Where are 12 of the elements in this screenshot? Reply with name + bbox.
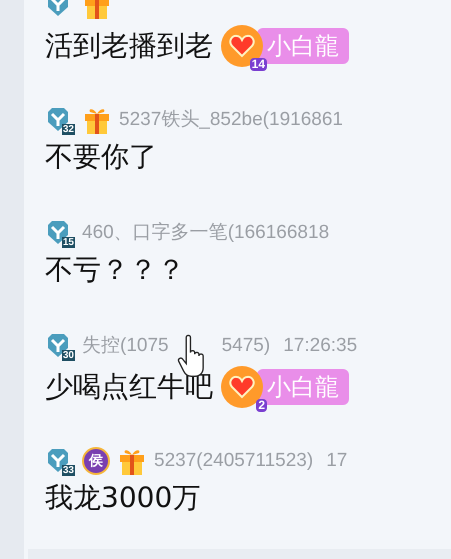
message-text: 不亏？？？ (45, 252, 185, 288)
noble-badge: 侯 (82, 446, 110, 475)
username: 5237(2405711523) (154, 448, 314, 473)
timestamp: 17 (326, 448, 348, 473)
username: 460、口字多一笔(166166818 (82, 220, 330, 245)
timestamp: 17:26:35 (283, 334, 358, 358)
username: 5237铁头_852be(1916861 (119, 108, 343, 132)
message-text: 我龙3000万 (45, 480, 200, 516)
username: 5475) (222, 334, 270, 358)
username: 失控(1075 (82, 334, 169, 358)
message-text: 不要你了 (45, 138, 157, 175)
message-text: 活到老播到老 (45, 28, 213, 64)
